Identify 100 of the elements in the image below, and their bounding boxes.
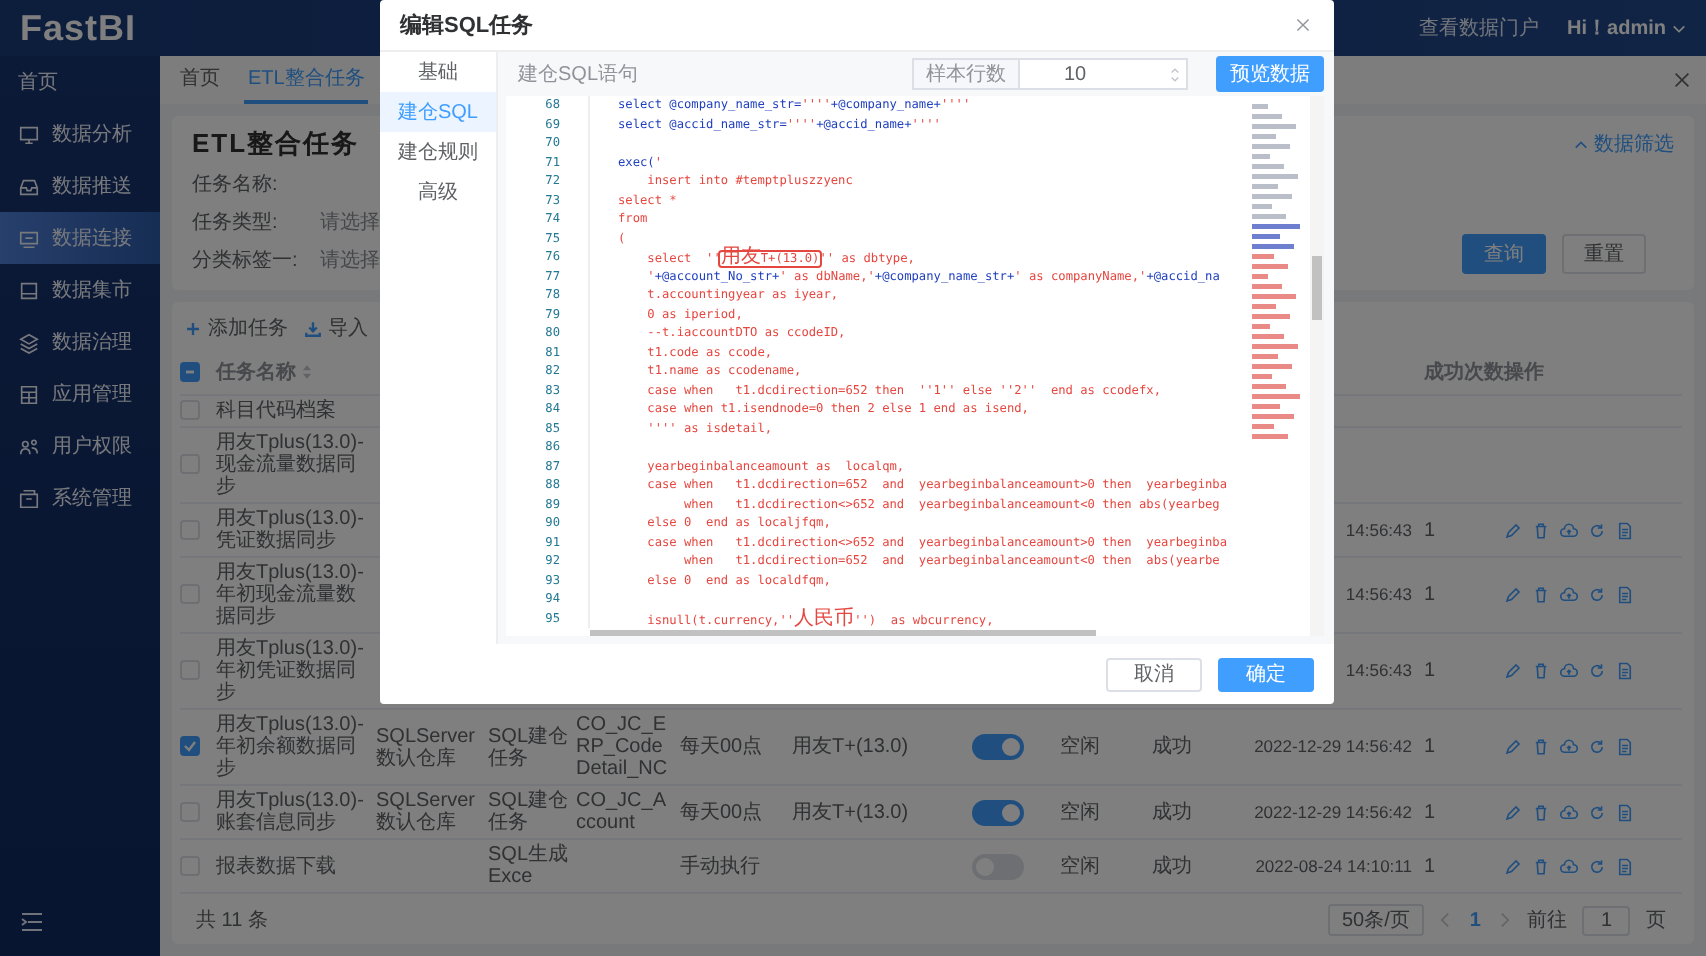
sort-icon[interactable]: [302, 364, 312, 380]
refresh-icon[interactable]: [1588, 857, 1606, 875]
edit-icon[interactable]: [1504, 662, 1522, 680]
document-icon[interactable]: [1616, 521, 1634, 539]
table-cell: 2022-12-29 14:56:42: [1254, 736, 1412, 756]
user-menu[interactable]: Hi！admin: [1567, 14, 1686, 42]
filter-button[interactable]: 重置: [1562, 234, 1646, 274]
toolbar-button[interactable]: 添加任务: [184, 314, 288, 342]
delete-icon[interactable]: [1532, 586, 1550, 604]
cloud-upload-icon[interactable]: [1560, 738, 1578, 756]
screen-icon: [18, 227, 40, 249]
preview-button[interactable]: 预览数据: [1216, 56, 1324, 92]
edit-icon[interactable]: [1504, 738, 1522, 756]
document-icon[interactable]: [1616, 738, 1634, 756]
table-cell: 2022-08-24 14:10:11: [1255, 855, 1412, 875]
refresh-icon[interactable]: [1588, 803, 1606, 821]
table-cell: 成功: [1152, 855, 1192, 877]
filter-button[interactable]: 查询: [1462, 234, 1546, 274]
monitor-icon: [18, 123, 40, 145]
refresh-icon[interactable]: [1588, 738, 1606, 756]
edit-icon[interactable]: [1504, 521, 1522, 539]
menu-icon[interactable]: [20, 912, 44, 932]
dialog-tab[interactable]: 建仓SQL: [380, 92, 496, 132]
toggle-switch[interactable]: [972, 799, 1024, 825]
page-input[interactable]: 1: [1582, 905, 1630, 935]
table-cell: 每天00点: [680, 801, 763, 823]
dialog-tab[interactable]: 高级: [380, 172, 496, 212]
tab[interactable]: 首页: [176, 56, 224, 104]
document-icon[interactable]: [1616, 586, 1634, 604]
cloud-upload-icon[interactable]: [1560, 857, 1578, 875]
table-cell: 1: [1424, 736, 1436, 758]
cloud-upload-icon[interactable]: [1560, 521, 1578, 539]
cloud-upload-icon[interactable]: [1560, 662, 1578, 680]
table-cell: 空闲: [1060, 736, 1100, 758]
table-cell: 1: [1424, 660, 1436, 682]
table-cell: 空闲: [1060, 801, 1100, 823]
refresh-icon[interactable]: [1588, 662, 1606, 680]
nav-item[interactable]: 系统管理: [0, 472, 160, 524]
code-editor[interactable]: [506, 96, 1324, 636]
download-icon: [304, 319, 322, 337]
inbox-icon: [18, 175, 40, 197]
document-icon[interactable]: [1616, 857, 1634, 875]
delete-icon[interactable]: [1532, 803, 1550, 821]
caret-icon: [1672, 23, 1686, 33]
table-cell: 空闲: [1060, 855, 1100, 877]
delete-icon[interactable]: [1532, 857, 1550, 875]
caret-up-icon: [1574, 139, 1588, 149]
edit-icon[interactable]: [1504, 803, 1522, 821]
close-icon[interactable]: [1296, 18, 1310, 32]
page-title: ETL整合任务: [192, 126, 360, 162]
tab[interactable]: ETL整合任务: [244, 56, 369, 104]
delete-icon[interactable]: [1532, 662, 1550, 680]
toolbar-button[interactable]: 导入: [304, 314, 368, 342]
cloud-upload-icon[interactable]: [1560, 586, 1578, 604]
document-icon[interactable]: [1616, 662, 1634, 680]
nav-item[interactable]: 数据集市: [0, 264, 160, 316]
toggle-switch[interactable]: [972, 734, 1024, 760]
logo: FastBI: [20, 7, 137, 49]
table-cell: 1: [1424, 519, 1436, 541]
goto-label: 前往: [1526, 907, 1567, 934]
nav-item[interactable]: 数据连接: [0, 212, 160, 264]
table-cell: CO_JC_ERP_CodeDetail_NC: [576, 714, 668, 780]
delete-icon[interactable]: [1532, 521, 1550, 539]
table-cell: SQL建仓任务: [488, 790, 569, 834]
nav-item[interactable]: 数据分析: [0, 108, 160, 160]
next-page-icon[interactable]: [1500, 912, 1511, 928]
document-icon[interactable]: [1616, 803, 1634, 821]
nav-item[interactable]: 应用管理: [0, 368, 160, 420]
table-cell: 2022-12-29 14:56:42: [1254, 801, 1412, 821]
refresh-icon[interactable]: [1588, 521, 1606, 539]
portal-link[interactable]: 查看数据门户: [1419, 14, 1540, 42]
page-size-select[interactable]: 50条/页: [1327, 904, 1424, 936]
page-unit: 页: [1646, 908, 1666, 934]
edit-icon[interactable]: [1504, 857, 1522, 875]
row-checkbox[interactable]: [180, 736, 200, 757]
refresh-icon[interactable]: [1588, 586, 1606, 604]
scrollbar[interactable]: [590, 630, 1096, 636]
table-cell: 14:56:43: [1345, 519, 1412, 539]
previous-page-icon[interactable]: [1439, 912, 1450, 928]
dialog-button[interactable]: 确定: [1218, 657, 1314, 691]
total-count: 共 11 条: [196, 907, 268, 934]
cloud-upload-icon[interactable]: [1560, 803, 1578, 821]
page-number[interactable]: 1: [1465, 909, 1485, 931]
filter-toggle-link[interactable]: 数据筛选: [1574, 130, 1674, 158]
dialog-tab[interactable]: 建仓规则: [380, 132, 496, 172]
nav-item[interactable]: 首页: [0, 56, 160, 108]
field-label: 任务类型:: [192, 209, 280, 235]
table-cell: 用友Tplus(13.0)-凭证数据同步: [216, 508, 364, 552]
delete-icon[interactable]: [1532, 738, 1550, 756]
edit-icon[interactable]: [1504, 586, 1522, 604]
dialog-tab[interactable]: 基础: [380, 52, 496, 92]
field-label: 分类标签一:: [192, 247, 300, 273]
close-icon[interactable]: [1674, 72, 1690, 88]
nav-item[interactable]: 数据推送: [0, 160, 160, 212]
scrollbar[interactable]: [1312, 256, 1322, 320]
plus-icon: [184, 319, 202, 337]
nav-item[interactable]: 用户权限: [0, 420, 160, 472]
dialog-button[interactable]: 取消: [1106, 657, 1202, 691]
select-all-checkbox[interactable]: [180, 361, 200, 382]
nav-item[interactable]: 数据治理: [0, 316, 160, 368]
